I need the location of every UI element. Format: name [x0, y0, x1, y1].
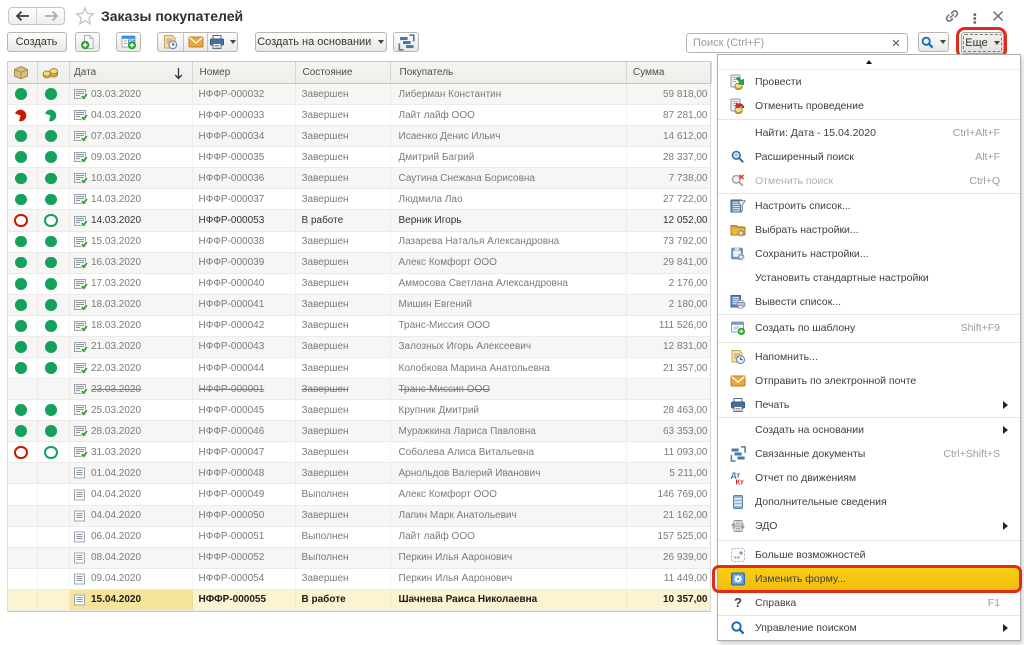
svg-text:Кт: Кт [736, 478, 745, 487]
